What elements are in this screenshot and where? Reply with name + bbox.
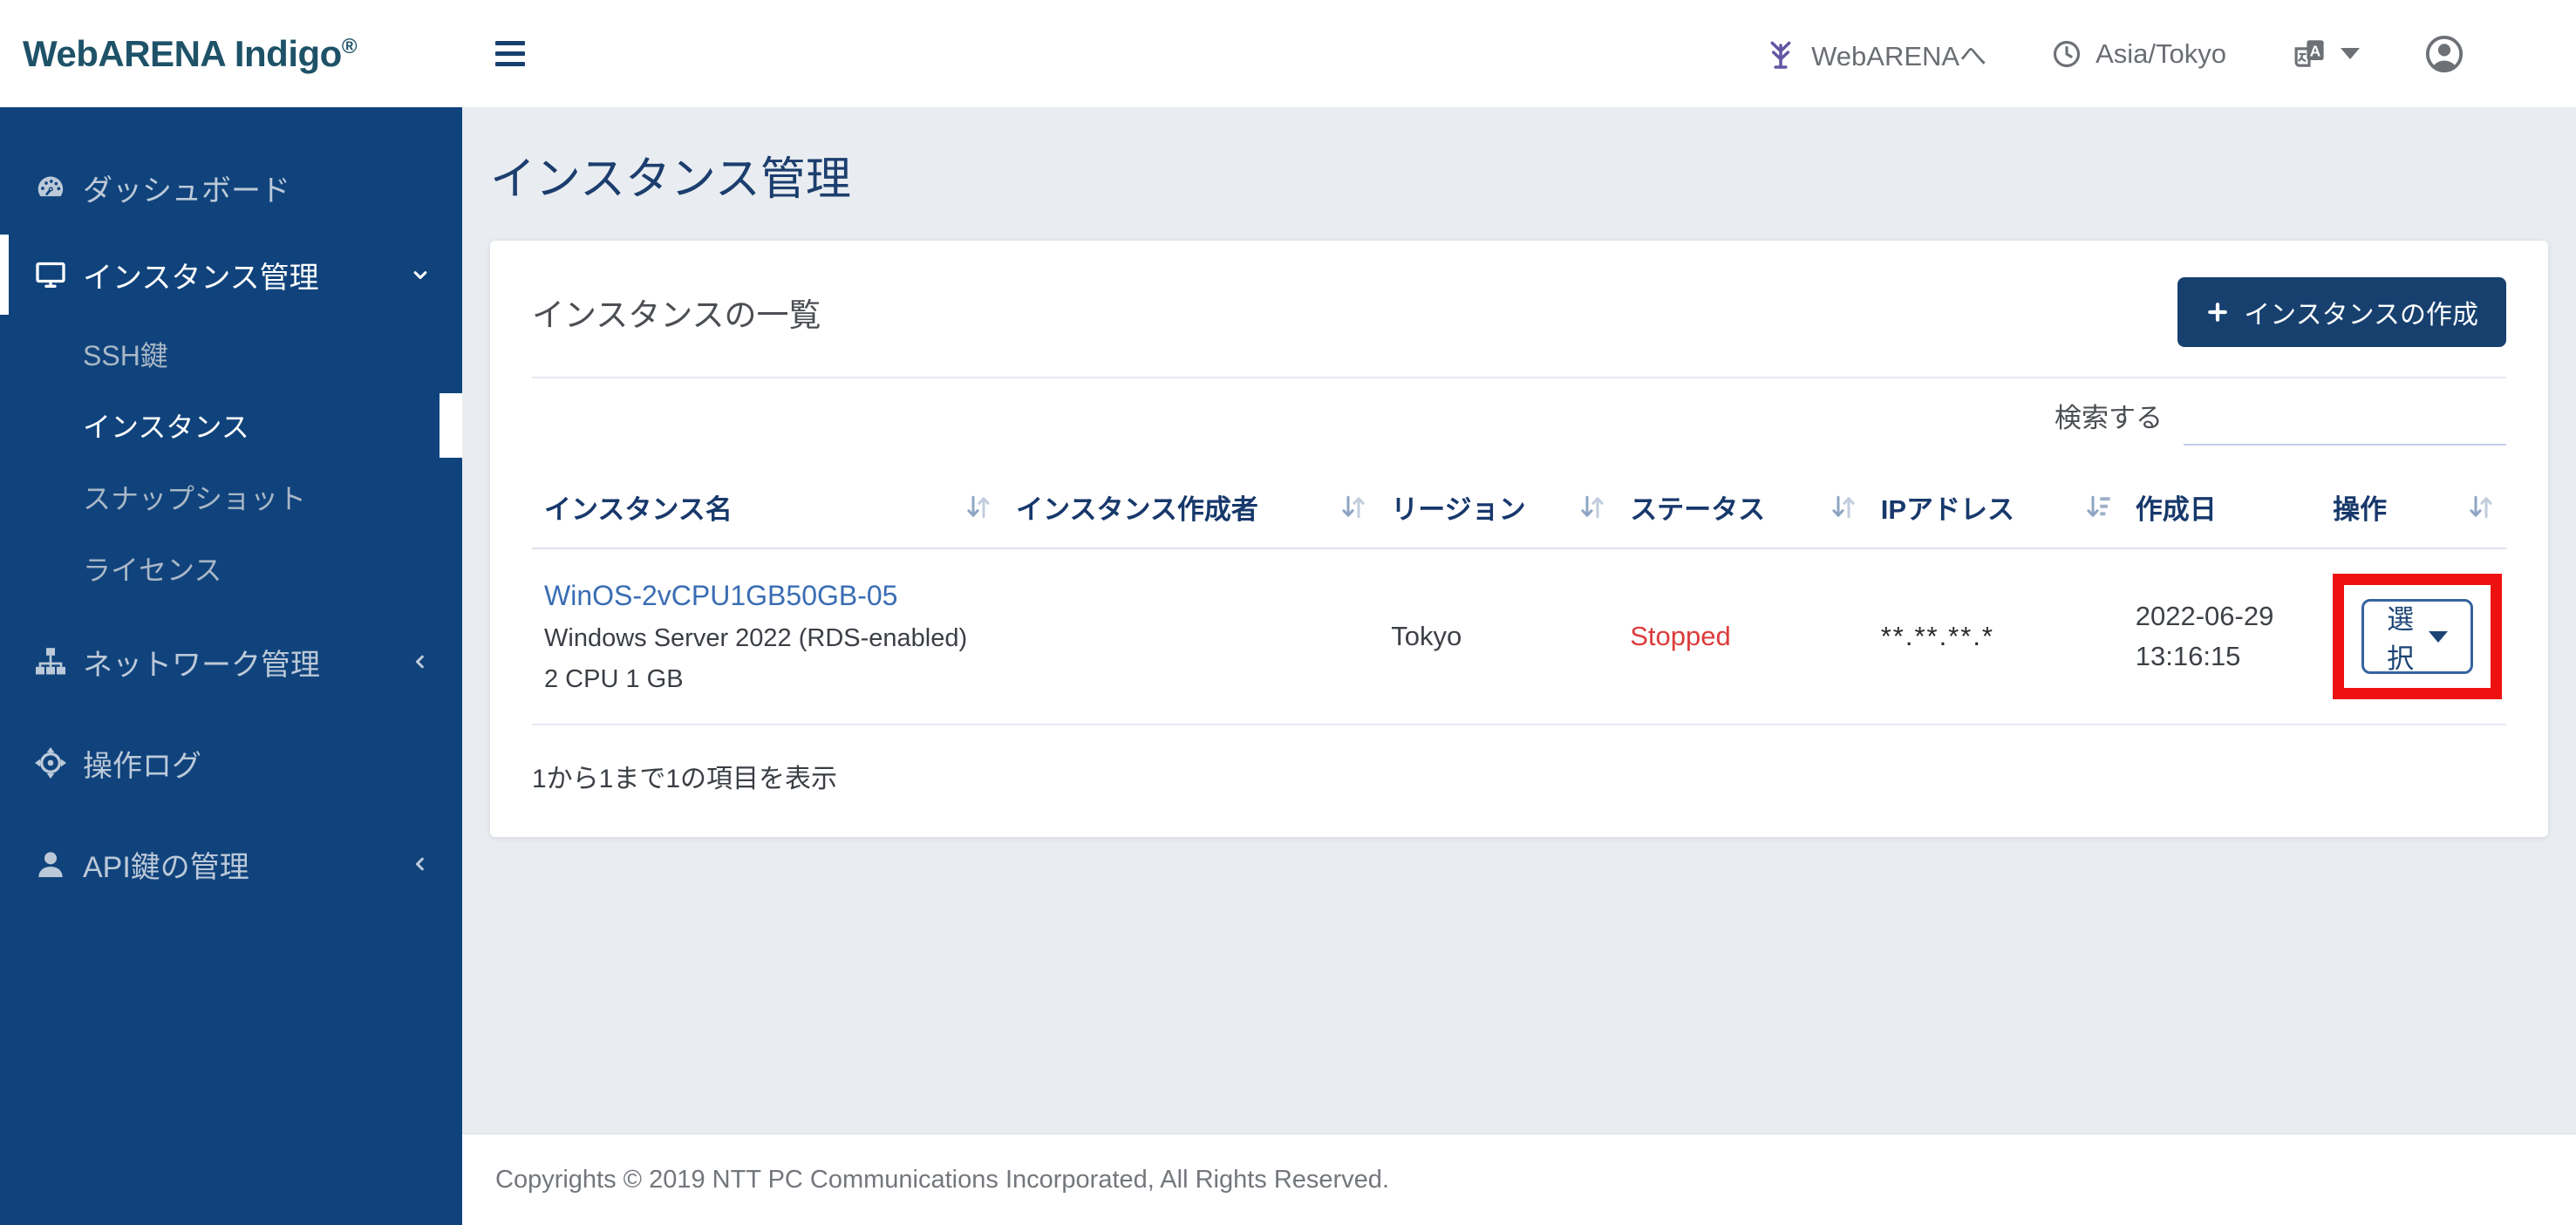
translate-icon: A <box>2294 39 2324 67</box>
column-header-status[interactable]: ステータス <box>1618 472 1869 549</box>
copyright-text: Copyrights © 2019 NTT PC Communications … <box>495 1165 1389 1194</box>
cell-instance-name: WinOS-2vCPU1GB50GB-05 Windows Server 202… <box>532 548 1005 725</box>
sort-icon[interactable] <box>1830 493 1857 521</box>
created-time: 13:16:15 <box>2135 641 2241 671</box>
sidebar-item-instances[interactable]: インスタンス <box>0 390 462 461</box>
plus-icon <box>2208 303 2228 322</box>
sort-icon[interactable] <box>1579 493 1605 521</box>
cell-ip-address: **.**.**.* <box>1868 548 2123 725</box>
sidebar-item-label: スナップショット <box>83 483 307 514</box>
app-logo[interactable]: WebARENA Indigo® <box>23 32 358 74</box>
app-logo-text: WebARENA Indigo <box>23 32 342 74</box>
create-instance-label: インスタンスの作成 <box>2244 301 2478 330</box>
sidebar-item-label: ライセンス <box>83 555 222 586</box>
create-instance-button[interactable]: インスタンスの作成 <box>2177 277 2506 347</box>
instance-name-link[interactable]: WinOS-2vCPU1GB50GB-05 <box>544 580 897 612</box>
cell-region: Tokyo <box>1379 548 1619 725</box>
webarena-tree-icon <box>1770 41 1791 69</box>
created-date: 2022-06-29 <box>2135 600 2274 631</box>
sidebar-item-label: ネットワーク管理 <box>83 648 320 682</box>
topbar-right: WebARENAへ Asia/Tokyo A <box>1763 34 2576 74</box>
sidebar-item-snapshots[interactable]: スナップショット <box>0 461 462 533</box>
sidebar-item-label: API鍵の管理 <box>83 850 249 884</box>
chevron-left-icon <box>415 857 424 871</box>
search-input[interactable] <box>2184 404 2506 446</box>
sidebar-item-api-keys[interactable]: API鍵の管理 <box>0 820 462 908</box>
sitemap-icon <box>36 648 65 675</box>
timezone-label: Asia/Tokyo <box>2096 37 2226 69</box>
card-header: インスタンスの一覧 インスタンスの作成 <box>532 277 2506 347</box>
card-title: インスタンスの一覧 <box>532 297 821 333</box>
divider <box>532 377 2506 378</box>
sidebar: ダッシュボード インスタンス管理 SSH鍵 インスタンス スナップショット ライ… <box>0 107 462 1225</box>
sidebar-item-label: ダッシュボード <box>83 174 290 208</box>
active-indicator-bar <box>0 235 9 315</box>
cell-created-date: 2022-06-29 13:16:15 <box>2123 548 2321 725</box>
column-header-ip-address[interactable]: IPアドレス <box>1868 472 2123 549</box>
sidebar-item-ssh-keys[interactable]: SSH鍵 <box>0 318 462 390</box>
instance-os: Windows Server 2022 (RDS-enabled) <box>544 623 968 652</box>
search-row: 検索する <box>532 396 2506 446</box>
hamburger-menu-icon[interactable] <box>495 41 525 66</box>
sidebar-item-label: インスタンス管理 <box>83 261 319 295</box>
sort-amount-desc-icon[interactable] <box>2085 493 2111 521</box>
registered-mark: ® <box>341 34 358 58</box>
caret-down-icon <box>2429 630 2449 643</box>
timezone-selector[interactable]: Asia/Tokyo <box>2051 38 2226 70</box>
dashboard-icon <box>37 176 64 197</box>
crosshair-icon <box>35 747 66 779</box>
search-label: 検索する <box>2055 403 2163 433</box>
instance-list-card: インスタンスの一覧 インスタンスの作成 検索する インスタンス名 インスタンス作… <box>490 241 2548 837</box>
logo-area: WebARENA Indigo® <box>0 33 462 75</box>
caret-down-icon <box>2341 48 2360 59</box>
instance-spec: 2 CPU 1 GB <box>544 664 684 693</box>
column-header-creator[interactable]: インスタンス作成者 <box>1004 472 1380 549</box>
webarena-link[interactable]: WebARENAへ <box>1763 34 1987 73</box>
language-selector[interactable]: A <box>2291 36 2360 72</box>
webarena-link-label: WebARENAへ <box>1811 41 1987 71</box>
chevron-left-icon <box>415 655 424 669</box>
user-icon <box>38 852 63 877</box>
column-header-instance-name[interactable]: インスタンス名 <box>532 472 1005 549</box>
active-indicator-bar <box>440 393 462 458</box>
highlight-annotation: 選択 <box>2333 574 2503 699</box>
cell-creator <box>1004 548 1380 725</box>
svg-text:A: A <box>2310 42 2321 59</box>
table-row: WinOS-2vCPU1GB50GB-05 Windows Server 202… <box>532 548 2506 725</box>
main-area: インスタンス管理 インスタンスの一覧 インスタンスの作成 検索する インスタンス… <box>462 107 2576 1225</box>
sort-icon[interactable] <box>1340 493 1366 521</box>
account-button[interactable] <box>2424 34 2464 74</box>
select-action-label: 選択 <box>2387 604 2415 674</box>
sort-icon[interactable] <box>965 493 992 521</box>
column-header-actions[interactable]: 操作 <box>2320 472 2506 549</box>
instance-table: インスタンス名 インスタンス作成者 リージョン ステータス IPアドレス 作成日… <box>532 472 2506 725</box>
sidebar-item-operation-log[interactable]: 操作ログ <box>0 719 462 806</box>
sort-icon[interactable] <box>2468 493 2494 521</box>
cell-status: Stopped <box>1618 548 1869 725</box>
sidebar-item-licenses[interactable]: ライセンス <box>0 533 462 604</box>
select-action-button[interactable]: 選択 <box>2361 599 2474 674</box>
monitor-icon <box>36 262 65 288</box>
topbar: WebARENA Indigo® WebARENAへ Asia/Tokyo A <box>0 0 2576 107</box>
clock-icon <box>2054 40 2081 67</box>
sidebar-item-instance-management[interactable]: インスタンス管理 <box>0 231 462 318</box>
column-header-region[interactable]: リージョン <box>1379 472 1619 549</box>
pagination-summary: 1から1まで1の項目を表示 <box>532 765 838 793</box>
sidebar-item-dashboard[interactable]: ダッシュボード <box>0 144 462 231</box>
page-title: インスタンス管理 <box>490 154 851 205</box>
column-header-created-date[interactable]: 作成日 <box>2123 472 2321 549</box>
ip-masked: **.**.**.* <box>1880 621 1994 651</box>
table-header-row: インスタンス名 インスタンス作成者 リージョン ステータス IPアドレス 作成日… <box>532 472 2506 549</box>
sidebar-item-network-management[interactable]: ネットワーク管理 <box>0 618 462 705</box>
sidebar-item-label: インスタンス <box>83 412 249 443</box>
footer: Copyrights © 2019 NTT PC Communications … <box>462 1133 2576 1225</box>
sidebar-item-label: SSH鍵 <box>83 340 168 371</box>
content: インスタンス管理 インスタンスの一覧 インスタンスの作成 検索する インスタンス… <box>462 107 2576 1133</box>
user-circle-icon <box>2425 35 2464 72</box>
chevron-down-icon <box>413 271 427 280</box>
status-badge: Stopped <box>1630 621 1731 651</box>
cell-actions: 選択 <box>2320 548 2506 725</box>
sidebar-item-label: 操作ログ <box>83 749 201 783</box>
